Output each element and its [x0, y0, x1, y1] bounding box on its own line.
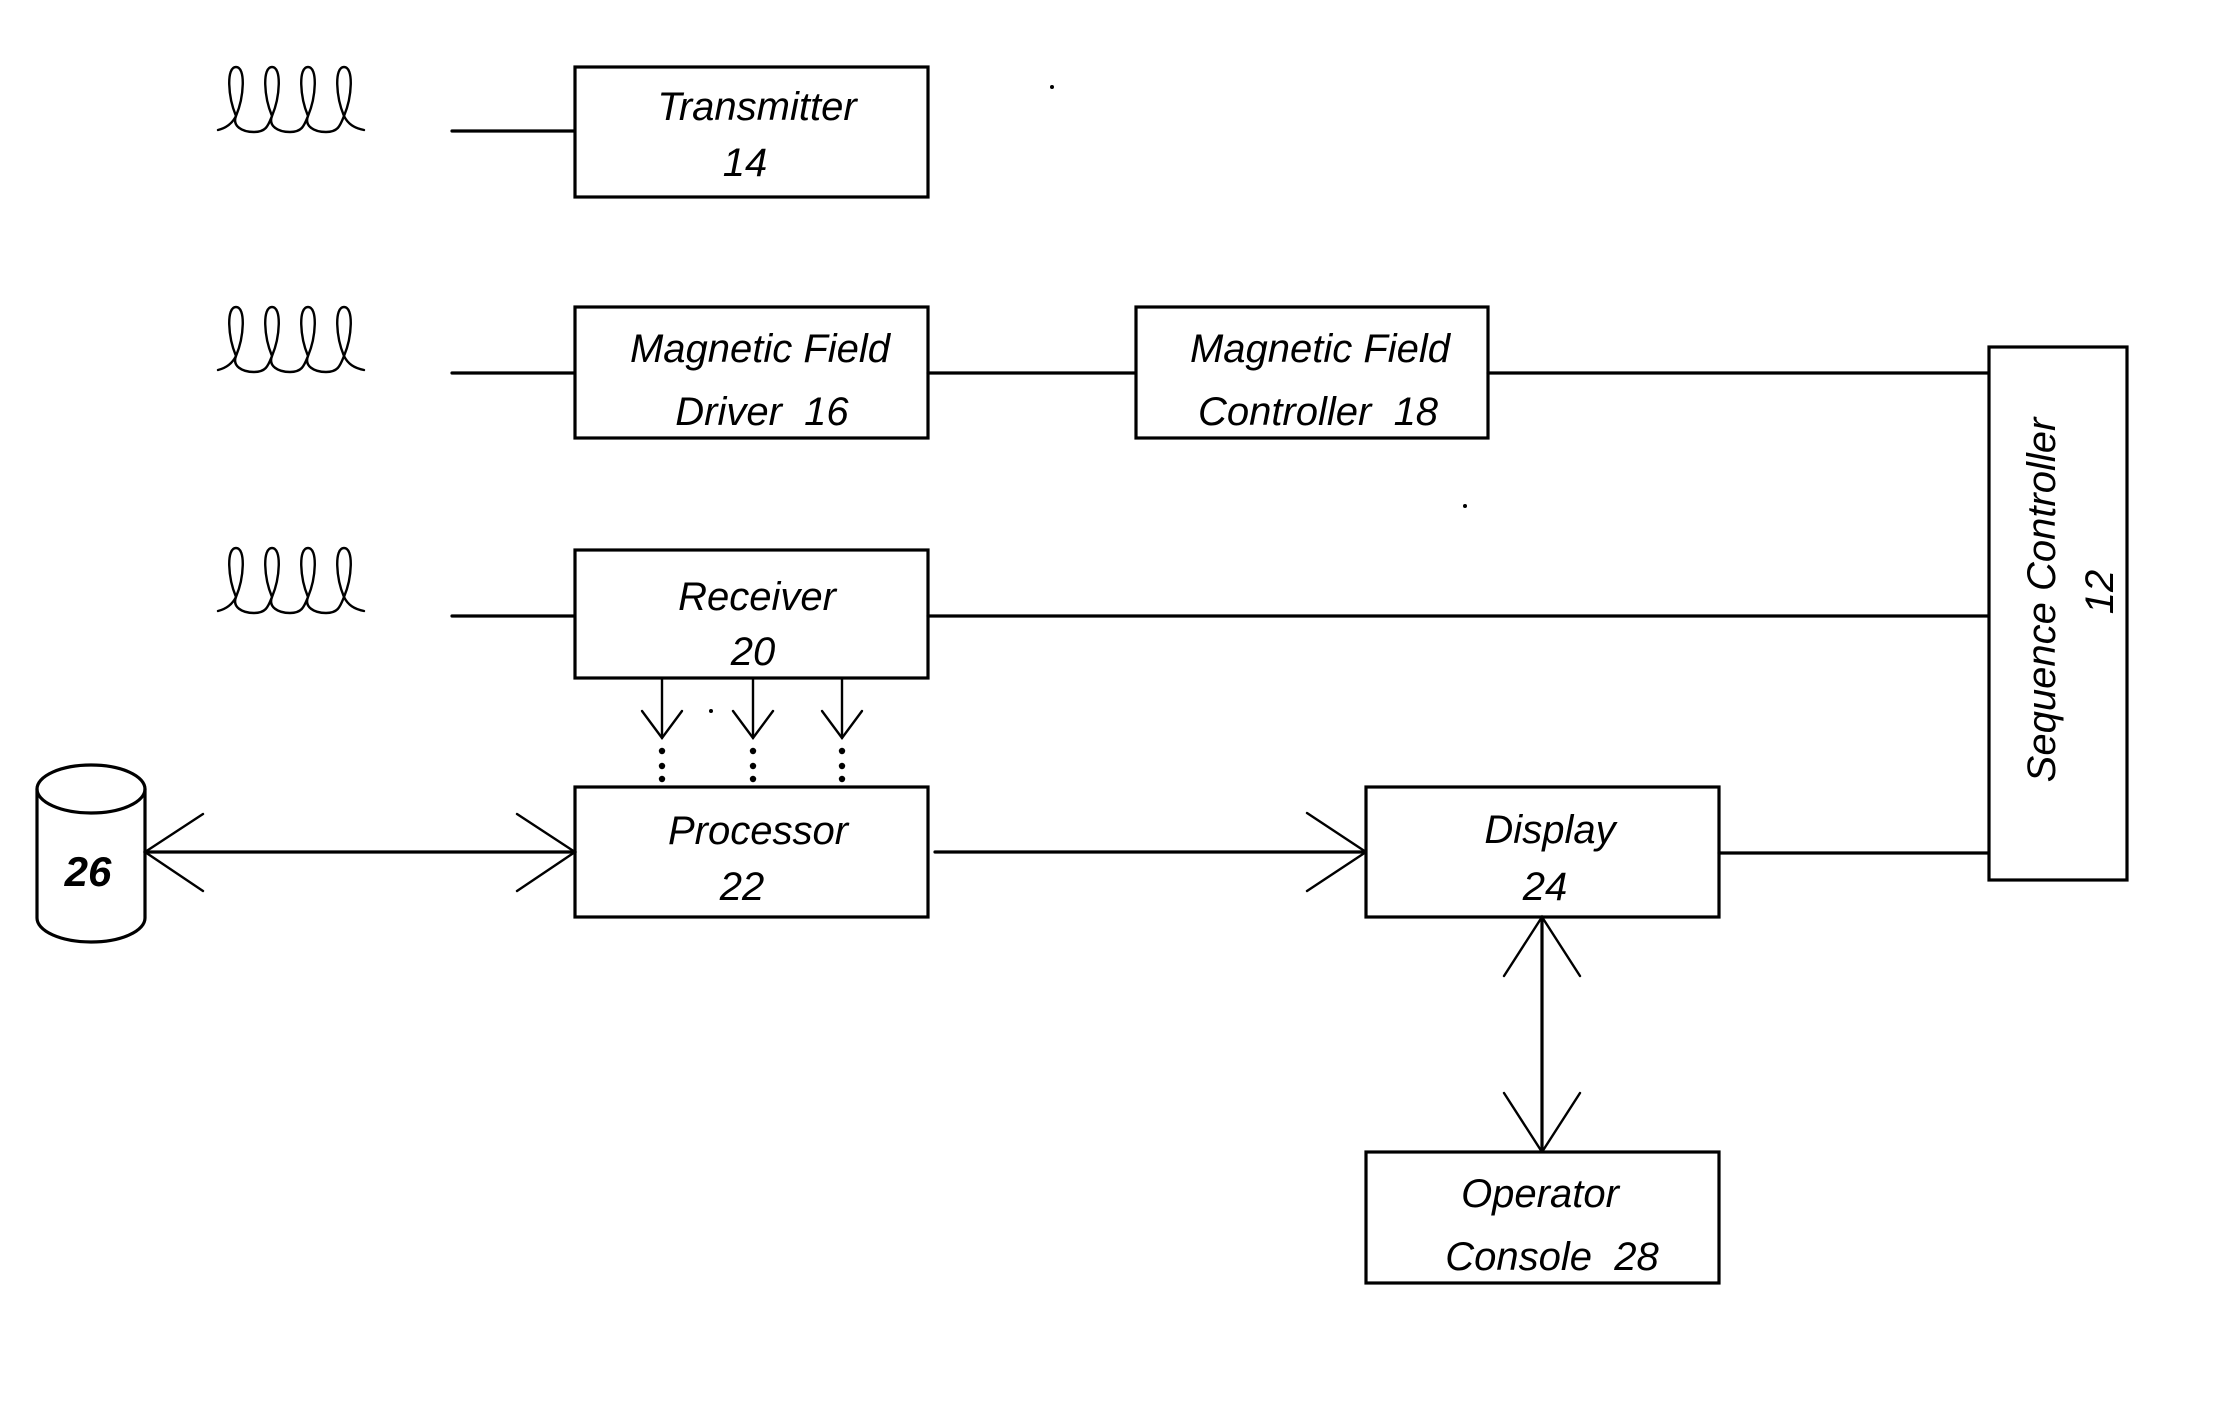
receiver-to-processor-arrows [640, 676, 864, 783]
sequence-controller-number: 12 [2078, 570, 2122, 615]
operator-console-block[interactable]: Operator Console 28 [1364, 1150, 1721, 1285]
display-label: Display [1484, 808, 1618, 852]
storage-label: 26 [64, 848, 112, 895]
transmit-coil-icon [216, 65, 366, 134]
magnetic-field-driver-number: Driver 16 [675, 390, 849, 434]
transmitter-label: Transmitter [657, 85, 858, 129]
display-block[interactable]: Display 24 [1364, 785, 1721, 919]
ellipsis-dot [749, 762, 757, 770]
display-number: 24 [1522, 865, 1568, 909]
ellipsis-dot [838, 747, 846, 755]
processor-to-display-arrow [933, 811, 1369, 893]
sequence-controller-block[interactable]: Sequence Controller 12 [1987, 345, 2129, 882]
receiver-label: Receiver [678, 575, 838, 619]
mri-system-block-diagram: Transmitter 14 Magnetic Field Driver 16 … [35, 65, 2129, 1285]
ellipsis-dot [658, 775, 666, 783]
ellipsis-dot [658, 762, 666, 770]
ellipsis-dot [838, 762, 846, 770]
coil-winding [216, 65, 366, 134]
operator-console-number: Console 28 [1445, 1235, 1659, 1279]
coil-winding [216, 305, 366, 374]
storage-processor-bidirectional-arrow [142, 812, 578, 893]
ellipsis-dot [838, 775, 846, 783]
receiver-block[interactable]: Receiver 20 [573, 548, 930, 680]
magnetic-field-driver-label: Magnetic Field [630, 327, 892, 371]
gradient-coil-icon [216, 305, 366, 374]
scan-speck [709, 709, 713, 713]
ellipsis-dot [749, 747, 757, 755]
transmitter-block[interactable]: Transmitter 14 [573, 65, 930, 199]
sequence-controller-label: Sequence Controller [2020, 416, 2064, 782]
scan-speck [1463, 504, 1467, 508]
display-console-bidirectional-arrow [1502, 914, 1582, 1155]
ellipsis-dot [749, 775, 757, 783]
receiver-number: 20 [730, 630, 776, 674]
channel-arrow [731, 676, 775, 783]
channel-arrow [820, 676, 864, 783]
processor-block[interactable]: Processor 22 [573, 785, 930, 919]
coil-winding [216, 546, 366, 615]
magnetic-field-controller-number: Controller 18 [1198, 390, 1439, 434]
operator-console-label: Operator [1461, 1172, 1621, 1216]
ellipsis-dot [658, 747, 666, 755]
magnetic-field-controller-block[interactable]: Magnetic Field Controller 18 [1134, 305, 1490, 440]
scan-speck [1050, 85, 1054, 89]
processor-label: Processor [668, 809, 850, 853]
magnetic-field-driver-block[interactable]: Magnetic Field Driver 16 [573, 305, 930, 440]
channel-arrow [640, 676, 684, 783]
receive-coil-icon [216, 546, 366, 615]
storage-database[interactable]: 26 [35, 763, 147, 944]
transmitter-number: 14 [723, 141, 768, 185]
processor-number: 22 [719, 865, 765, 909]
magnetic-field-controller-label: Magnetic Field [1190, 327, 1452, 371]
